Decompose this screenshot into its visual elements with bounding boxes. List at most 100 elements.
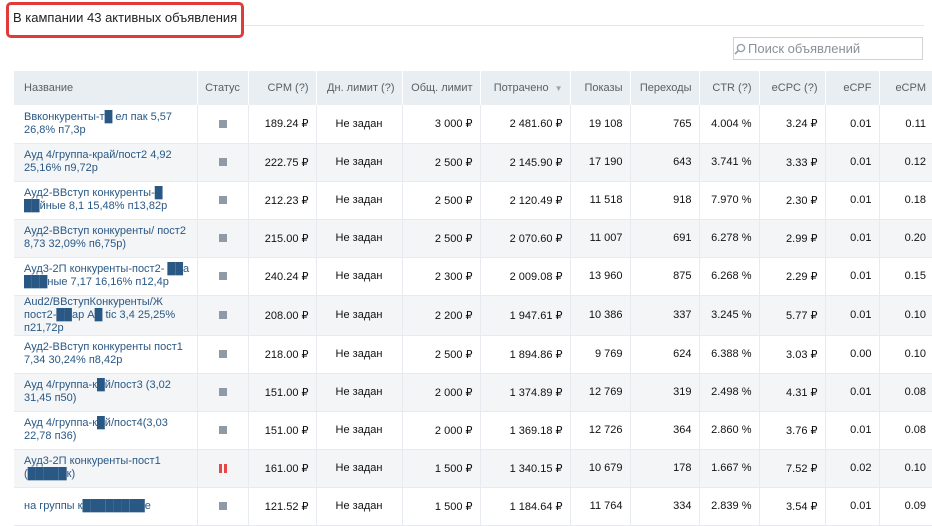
impressions-cell: 10 386 — [570, 295, 631, 336]
daily-limit-cell: Не задан — [316, 335, 403, 374]
ad-name-link[interactable]: Aud2/ВВступКонкуренты/Ж пост2-██ар А█ ti… — [24, 296, 175, 334]
cpm-cell: 151.00 ₽ — [248, 373, 317, 412]
ad-name-cell: Ауд2-ВВступ конкуренты/ пост2 8,73 32,09… — [14, 219, 198, 258]
status-active-icon[interactable] — [218, 158, 227, 167]
ctr-cell: 4.004 % — [699, 105, 760, 144]
column-header-impressions[interactable]: Показы — [570, 71, 631, 105]
table-row: Ауд 4/группа-к█й/пост3 (3,02 31,45 п50) 1… — [14, 373, 932, 412]
ad-name-link[interactable]: Ауд 4/группа-к█й/пост3 (3,02 31,45 п50) — [24, 379, 171, 404]
clicks-cell: 765 — [630, 105, 700, 144]
clicks-cell: 643 — [630, 143, 700, 182]
cpm-cell: 218.00 ₽ — [248, 335, 317, 374]
ecpc-cell: 3.33 ₽ — [759, 143, 826, 182]
status-active-icon[interactable] — [218, 502, 227, 511]
spent-cell: 2 145.90 ₽ — [480, 143, 571, 182]
ecpm-cell: 0.12 — [879, 143, 932, 182]
cpm-cell: 215.00 ₽ — [248, 219, 317, 258]
status-active-icon[interactable] — [218, 350, 227, 359]
total-limit-cell: 2 300 ₽ — [402, 257, 481, 296]
impressions-cell: 13 960 — [570, 257, 631, 296]
status-active-icon[interactable] — [218, 272, 227, 281]
ecpc-cell: 3.24 ₽ — [759, 105, 826, 144]
total-limit-cell: 2 500 ₽ — [402, 143, 481, 182]
daily-limit-cell: Не задан — [316, 105, 403, 144]
search-input[interactable] — [746, 39, 926, 58]
spent-cell: 2 070.60 ₽ — [480, 219, 571, 258]
cpm-cell: 240.24 ₽ — [248, 257, 317, 296]
ad-name-link[interactable]: Ауд 4/группа-край/пост2 4,92 25,16% п9,7… — [24, 149, 172, 174]
column-header-spent[interactable]: Потрачено ▼ — [480, 71, 571, 105]
ad-name-link[interactable]: Ауд2-ВВступ конкуренты пост1 7,34 30,24%… — [24, 341, 183, 366]
ecpc-cell: 2.99 ₽ — [759, 219, 826, 258]
ad-name-cell: Ауд3-2П конкуренты-пост2- ██а ███ные 7,1… — [14, 257, 198, 296]
ad-name-link[interactable]: Ауд2-ВВступ конкуренты-█ ██йные 8,1 15,4… — [24, 187, 167, 212]
status-active-icon[interactable] — [218, 311, 227, 320]
column-header-ecpc[interactable]: eCPC (?) — [759, 71, 826, 105]
search-box[interactable] — [733, 37, 926, 60]
column-header-status[interactable]: Статус — [197, 71, 249, 105]
column-header-ecpm[interactable]: eCPM — [879, 71, 932, 105]
ad-name-link[interactable]: Ауд 4/группа-к█й/пост4(3,03 22,78 п36) — [24, 417, 168, 442]
column-header-cpm[interactable]: CPM (?) — [248, 71, 317, 105]
table-row: Ввконкуренты-т█ ел пак 5,57 26,8% п7,3р 1… — [14, 105, 932, 144]
table-row: Ауд2-ВВступ конкуренты-█ ██йные 8,1 15,4… — [14, 181, 932, 220]
ecpm-cell: 0.11 — [879, 105, 932, 144]
status-cell — [197, 487, 249, 526]
ctr-cell: 7.970 % — [699, 181, 760, 220]
ctr-cell: 6.268 % — [699, 257, 760, 296]
ad-name-link[interactable]: Ауд3-2П конкуренты-пост1 (█████к) — [24, 455, 161, 480]
ad-name-cell: Ауд2-ВВступ конкуренты пост1 7,34 30,24%… — [14, 335, 198, 374]
ad-name-link[interactable]: Ауд3-2П конкуренты-пост2- ██а ███ные 7,1… — [24, 263, 189, 288]
status-paused-icon[interactable] — [218, 463, 227, 473]
column-header-name[interactable]: Название — [14, 71, 198, 105]
ecpm-cell: 0.18 — [879, 181, 932, 220]
ad-name-link[interactable]: Ауд2-ВВступ конкуренты/ пост2 8,73 32,09… — [24, 225, 186, 250]
total-limit-cell: 2 000 ₽ — [402, 373, 481, 412]
status-cell — [197, 295, 249, 336]
table-row: на группы к████████е 121.52 ₽ Не задан 1 50… — [14, 487, 932, 526]
clicks-cell: 691 — [630, 219, 700, 258]
column-header-daily-limit[interactable]: Дн. лимит (?) — [316, 71, 403, 105]
ecpm-cell: 0.10 — [879, 449, 932, 488]
daily-limit-cell: Не задан — [316, 487, 403, 526]
status-active-icon[interactable] — [218, 426, 227, 435]
status-active-icon[interactable] — [218, 234, 227, 243]
column-header-ecpf[interactable]: eCPF — [825, 71, 880, 105]
spent-cell: 1 369.18 ₽ — [480, 411, 571, 450]
ad-name-link[interactable]: на группы к████████е — [24, 500, 151, 512]
ctr-cell: 2.498 % — [699, 373, 760, 412]
ctr-cell: 2.860 % — [699, 411, 760, 450]
ecpf-cell: 0.01 — [825, 257, 880, 296]
column-header-clicks[interactable]: Переходы — [630, 71, 700, 105]
status-active-icon[interactable] — [218, 388, 227, 397]
status-active-icon[interactable] — [218, 196, 227, 205]
total-limit-cell: 2 000 ₽ — [402, 411, 481, 450]
ad-name-link[interactable]: Ввконкуренты-т█ ел пак 5,57 26,8% п7,3р — [24, 111, 172, 136]
impressions-cell: 10 679 — [570, 449, 631, 488]
impressions-cell: 12 769 — [570, 373, 631, 412]
ctr-cell: 6.278 % — [699, 219, 760, 258]
ecpc-cell: 2.30 ₽ — [759, 181, 826, 220]
ctr-cell: 1.667 % — [699, 449, 760, 488]
ecpf-cell: 0.01 — [825, 143, 880, 182]
ad-name-cell: на группы к████████е — [14, 487, 198, 526]
ecpm-cell: 0.08 — [879, 373, 932, 412]
clicks-cell: 918 — [630, 181, 700, 220]
clicks-cell: 875 — [630, 257, 700, 296]
ecpm-cell: 0.09 — [879, 487, 932, 526]
spent-cell: 2 120.49 ₽ — [480, 181, 571, 220]
cpm-cell: 212.23 ₽ — [248, 181, 317, 220]
column-header-ctr[interactable]: CTR (?) — [699, 71, 760, 105]
status-active-icon[interactable] — [218, 119, 227, 128]
column-header-total-limit[interactable]: Общ. лимит — [402, 71, 481, 105]
status-cell — [197, 257, 249, 296]
status-cell — [197, 449, 249, 488]
ecpc-cell: 7.52 ₽ — [759, 449, 826, 488]
daily-limit-cell: Не задан — [316, 411, 403, 450]
ctr-cell: 3.741 % — [699, 143, 760, 182]
daily-limit-cell: Не задан — [316, 219, 403, 258]
spent-cell: 1 374.89 ₽ — [480, 373, 571, 412]
total-limit-cell: 3 000 ₽ — [402, 105, 481, 144]
ecpm-cell: 0.08 — [879, 411, 932, 450]
table-row: Ауд2-ВВступ конкуренты пост1 7,34 30,24%… — [14, 335, 932, 374]
